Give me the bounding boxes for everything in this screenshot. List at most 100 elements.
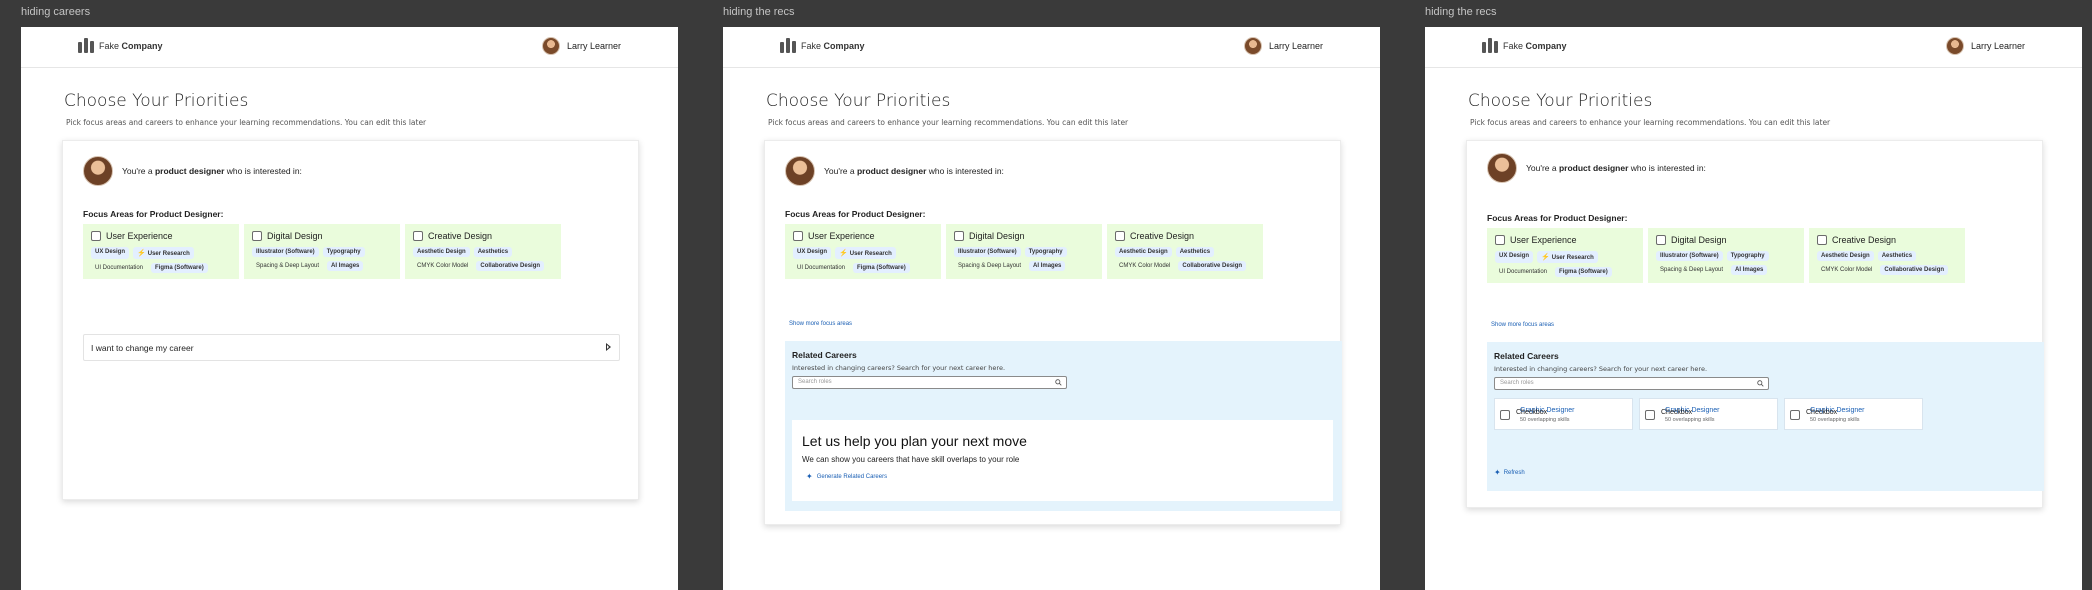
focus-card-user-experience[interactable]: User Experience UX Design ⚡ User Research… bbox=[785, 224, 941, 279]
generate-related-careers-button[interactable]: ✦ Generate Related Careers bbox=[806, 472, 887, 481]
focus-card-digital-design[interactable]: Digital Design Illustrator (Software) Ty… bbox=[244, 224, 400, 279]
company-logo[interactable]: Fake Company bbox=[1482, 38, 1567, 53]
focus-card-digital-design[interactable]: Digital Design Illustrator (Software) Ty… bbox=[1648, 228, 1804, 283]
checkbox[interactable] bbox=[413, 231, 423, 241]
avatar bbox=[83, 156, 113, 186]
skill-tag: Aesthetics bbox=[1877, 251, 1917, 261]
focus-card-user-experience[interactable]: User Experience UX Design ⚡ User Research… bbox=[1487, 228, 1643, 283]
career-results-list: Graphic Designer Checkbox 50 overlapping… bbox=[1494, 398, 1923, 430]
career-card[interactable]: Graphic Designer Checkbox 50 overlapping… bbox=[1639, 398, 1778, 430]
career-card[interactable]: Graphic Designer Checkbox 50 overlapping… bbox=[1494, 398, 1633, 430]
focus-card-digital-design[interactable]: Digital Design Illustrator (Software) Ty… bbox=[946, 224, 1102, 279]
related-careers-panel: Related Careers Interested in changing c… bbox=[1487, 342, 2044, 491]
related-careers-subtitle: Interested in changing careers? Search f… bbox=[1494, 365, 1708, 373]
frame-label: hiding careers bbox=[21, 6, 91, 18]
checkbox[interactable] bbox=[1656, 235, 1666, 245]
user-menu[interactable]: Larry Learner bbox=[1243, 37, 1323, 55]
skill-tag: Spacing & Deep Layout bbox=[1660, 267, 1724, 273]
top-bar: Fake Company Larry Learner bbox=[21, 27, 678, 68]
intro-role: product designer bbox=[1558, 163, 1629, 173]
checkbox[interactable] bbox=[1500, 410, 1510, 420]
change-career-toggle[interactable]: I want to change my career bbox=[83, 334, 620, 361]
focus-card-creative-design[interactable]: Creative Design Aesthetic Design Aesthet… bbox=[1809, 228, 1965, 283]
show-more-focus-areas-link[interactable]: Show more focus areas bbox=[1491, 322, 1554, 328]
career-skills: 50 overlapping skills bbox=[1665, 417, 1715, 423]
plan-title: Let us help you plan your next move bbox=[802, 433, 1027, 449]
search-roles-input[interactable]: Search roles bbox=[1494, 377, 1769, 390]
skill-tag: Figma (Software) bbox=[151, 263, 208, 273]
skill-tag: AI Images bbox=[1029, 261, 1066, 271]
avatar bbox=[1487, 153, 1517, 183]
top-bar: Fake Company Larry Learner bbox=[723, 27, 1380, 68]
skill-tag: Aesthetic Design bbox=[413, 247, 470, 257]
skill-tag-user-research: ⚡ User Research bbox=[133, 247, 194, 259]
chevron-right-icon bbox=[606, 343, 611, 351]
company-name-light: Fake bbox=[99, 40, 120, 51]
bolt-icon: ⚡ bbox=[137, 250, 146, 257]
skill-tag: Figma (Software) bbox=[853, 263, 910, 273]
frame-label: hiding the recs bbox=[723, 6, 795, 18]
checkbox[interactable] bbox=[252, 231, 262, 241]
checkbox[interactable] bbox=[954, 231, 964, 241]
frame-hiding-recs-2: Fake Company Larry Learner Choose Your P… bbox=[1425, 27, 2082, 590]
skill-tag: Typography bbox=[322, 247, 365, 257]
checkbox[interactable] bbox=[1817, 235, 1827, 245]
focus-area-name: Digital Design bbox=[969, 231, 1025, 241]
checkbox[interactable] bbox=[793, 231, 803, 241]
skill-tag: UX Design bbox=[91, 247, 130, 259]
search-icon bbox=[1757, 380, 1764, 387]
skill-tag: Figma (Software) bbox=[1555, 267, 1612, 277]
top-bar: Fake Company Larry Learner bbox=[1425, 27, 2082, 68]
frame-label: hiding the recs bbox=[1425, 6, 1497, 18]
user-name: Larry Learner bbox=[1268, 41, 1323, 51]
user-name: Larry Learner bbox=[1970, 41, 2025, 51]
skill-tag: Typography bbox=[1024, 247, 1067, 257]
skill-tag: UX Design bbox=[793, 247, 832, 259]
avatar bbox=[1945, 37, 1964, 55]
checkbox[interactable] bbox=[1645, 410, 1655, 420]
checkbox-label-overlay: Checkbox bbox=[1661, 409, 1693, 416]
bolt-icon: ⚡ bbox=[839, 250, 848, 257]
show-more-focus-areas-link[interactable]: Show more focus areas bbox=[789, 321, 852, 327]
priorities-card: You're a product designer who is interes… bbox=[62, 140, 639, 500]
checkbox[interactable] bbox=[1115, 231, 1125, 241]
search-roles-input[interactable]: Search roles bbox=[792, 376, 1067, 389]
intro: You're a product designer who is interes… bbox=[1487, 153, 1706, 183]
page-title: Choose Your Priorities bbox=[64, 91, 249, 111]
skill-tag: Illustrator (Software) bbox=[954, 247, 1021, 257]
related-careers-panel: Related Careers Interested in changing c… bbox=[785, 341, 1342, 511]
focus-card-creative-design[interactable]: Creative Design Aesthetic Design Aesthet… bbox=[1107, 224, 1263, 279]
focus-card-creative-design[interactable]: Creative Design Aesthetic Design Aesthet… bbox=[405, 224, 561, 279]
related-careers-subtitle: Interested in changing careers? Search f… bbox=[792, 364, 1006, 372]
checkbox[interactable] bbox=[1495, 235, 1505, 245]
change-career-label: I want to change my career bbox=[91, 343, 194, 353]
company-logo-icon bbox=[78, 38, 94, 53]
focus-card-user-experience[interactable]: User Experience UX Design ⚡ User Research… bbox=[83, 224, 239, 279]
intro: You're a product designer who is interes… bbox=[785, 156, 1004, 186]
refresh-label: Refresh bbox=[1503, 469, 1525, 476]
intro-suffix: who is interested in: bbox=[224, 166, 302, 176]
frame-hiding-recs-1: Fake Company Larry Learner Choose Your P… bbox=[723, 27, 1380, 590]
company-name-light: Fake bbox=[801, 40, 822, 51]
checkbox[interactable] bbox=[91, 231, 101, 241]
sparkle-icon: ✦ bbox=[806, 472, 813, 481]
refresh-button[interactable]: ✦ Refresh bbox=[1494, 468, 1525, 477]
search-placeholder: Search roles bbox=[798, 379, 832, 385]
company-logo[interactable]: Fake Company bbox=[78, 38, 163, 53]
career-card[interactable]: Graphic Designer Checkbox 50 overlapping… bbox=[1784, 398, 1923, 430]
user-name: Larry Learner bbox=[566, 41, 621, 51]
focus-areas-list: User Experience UX Design ⚡ User Research… bbox=[83, 224, 561, 279]
company-name-light: Fake bbox=[1503, 40, 1524, 51]
company-name-bold: Company bbox=[121, 40, 163, 51]
skill-tag: UI Documentation bbox=[1499, 269, 1548, 275]
skill-tag: Aesthetic Design bbox=[1115, 247, 1172, 257]
user-menu[interactable]: Larry Learner bbox=[1945, 37, 2025, 55]
company-logo[interactable]: Fake Company bbox=[780, 38, 865, 53]
skill-tag: UI Documentation bbox=[797, 265, 846, 271]
skill-tag-label: User Research bbox=[1551, 255, 1594, 261]
focus-areas-title: Focus Areas for Product Designer: bbox=[83, 209, 224, 219]
user-menu[interactable]: Larry Learner bbox=[541, 37, 621, 55]
checkbox[interactable] bbox=[1790, 410, 1800, 420]
focus-areas-title: Focus Areas for Product Designer: bbox=[1487, 213, 1628, 223]
intro-suffix: who is interested in: bbox=[926, 166, 1004, 176]
